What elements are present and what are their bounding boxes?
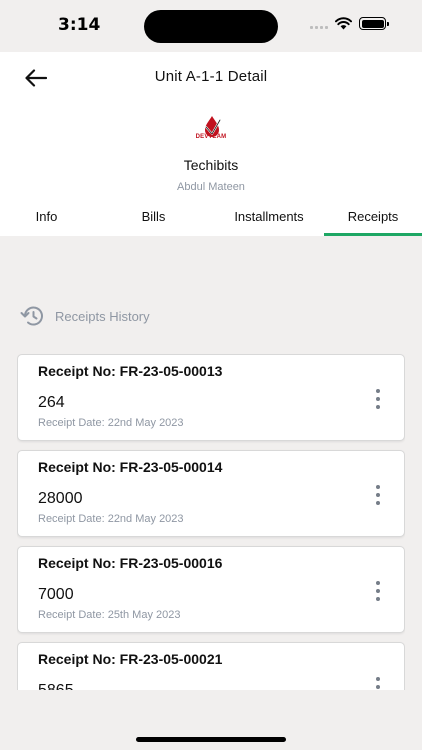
receipt-list: Receipt No: FR-23-05-00013 264 Receipt D… xyxy=(17,354,405,690)
tab-bills[interactable]: Bills xyxy=(93,206,214,236)
history-icon xyxy=(20,306,43,326)
more-vertical-icon xyxy=(376,581,380,585)
receipt-amount: 264 xyxy=(38,394,65,411)
more-options-button[interactable] xyxy=(372,677,384,690)
more-options-button[interactable] xyxy=(372,485,384,505)
receipt-number: Receipt No: FR-23-05-00013 xyxy=(38,363,223,379)
receipt-card[interactable]: Receipt No: FR-23-05-00013 264 Receipt D… xyxy=(17,354,405,441)
tab-receipts[interactable]: Receipts xyxy=(324,206,422,236)
more-options-button[interactable] xyxy=(372,389,384,409)
more-vertical-icon xyxy=(376,485,380,489)
receipt-amount: 5865 xyxy=(38,682,74,690)
section-title: Receipts History xyxy=(55,308,150,324)
receipt-number: Receipt No: FR-23-05-00014 xyxy=(38,459,223,475)
tab-bar: Info Bills Installments Receipts xyxy=(0,206,422,236)
status-time: 3:14 xyxy=(58,15,101,35)
tab-info[interactable]: Info xyxy=(0,206,93,236)
receipt-date: Receipt Date: 22nd May 2023 xyxy=(38,513,184,525)
receipt-card[interactable]: Receipt No: FR-23-05-00021 5865 xyxy=(17,642,405,690)
cellular-signal-icon xyxy=(310,18,328,29)
dynamic-island xyxy=(144,10,278,43)
more-options-button[interactable] xyxy=(372,581,384,601)
receipt-date: Receipt Date: 25th May 2023 xyxy=(38,609,181,621)
receipts-history-header: Receipts History xyxy=(20,305,150,327)
receipt-number: Receipt No: FR-23-05-00016 xyxy=(38,555,223,571)
more-vertical-icon xyxy=(376,389,380,393)
detail-header: Unit A-1-1 Detail DEVTEAM Techibits Abdu… xyxy=(0,52,422,236)
receipt-card[interactable]: Receipt No: FR-23-05-00014 28000 Receipt… xyxy=(17,450,405,537)
more-vertical-icon xyxy=(376,677,380,681)
devteam-logo xyxy=(205,116,221,137)
receipt-card[interactable]: Receipt No: FR-23-05-00016 7000 Receipt … xyxy=(17,546,405,633)
company-name: Techibits xyxy=(183,157,239,173)
wifi-icon xyxy=(335,17,352,30)
battery-icon xyxy=(359,17,389,30)
page-title: Unit A-1-1 Detail xyxy=(154,68,268,85)
receipt-amount: 7000 xyxy=(38,586,74,603)
receipt-date: Receipt Date: 22nd May 2023 xyxy=(38,417,184,429)
tab-installments[interactable]: Installments xyxy=(214,206,324,236)
logo-text: DEVTEAM xyxy=(195,134,227,140)
status-icons xyxy=(310,17,389,30)
home-indicator[interactable] xyxy=(136,737,286,742)
receipt-number: Receipt No: FR-23-05-00021 xyxy=(38,651,223,667)
owner-name: Abdul Mateen xyxy=(177,181,245,193)
status-bar: 3:14 xyxy=(0,0,422,52)
receipt-amount: 28000 xyxy=(38,490,83,507)
